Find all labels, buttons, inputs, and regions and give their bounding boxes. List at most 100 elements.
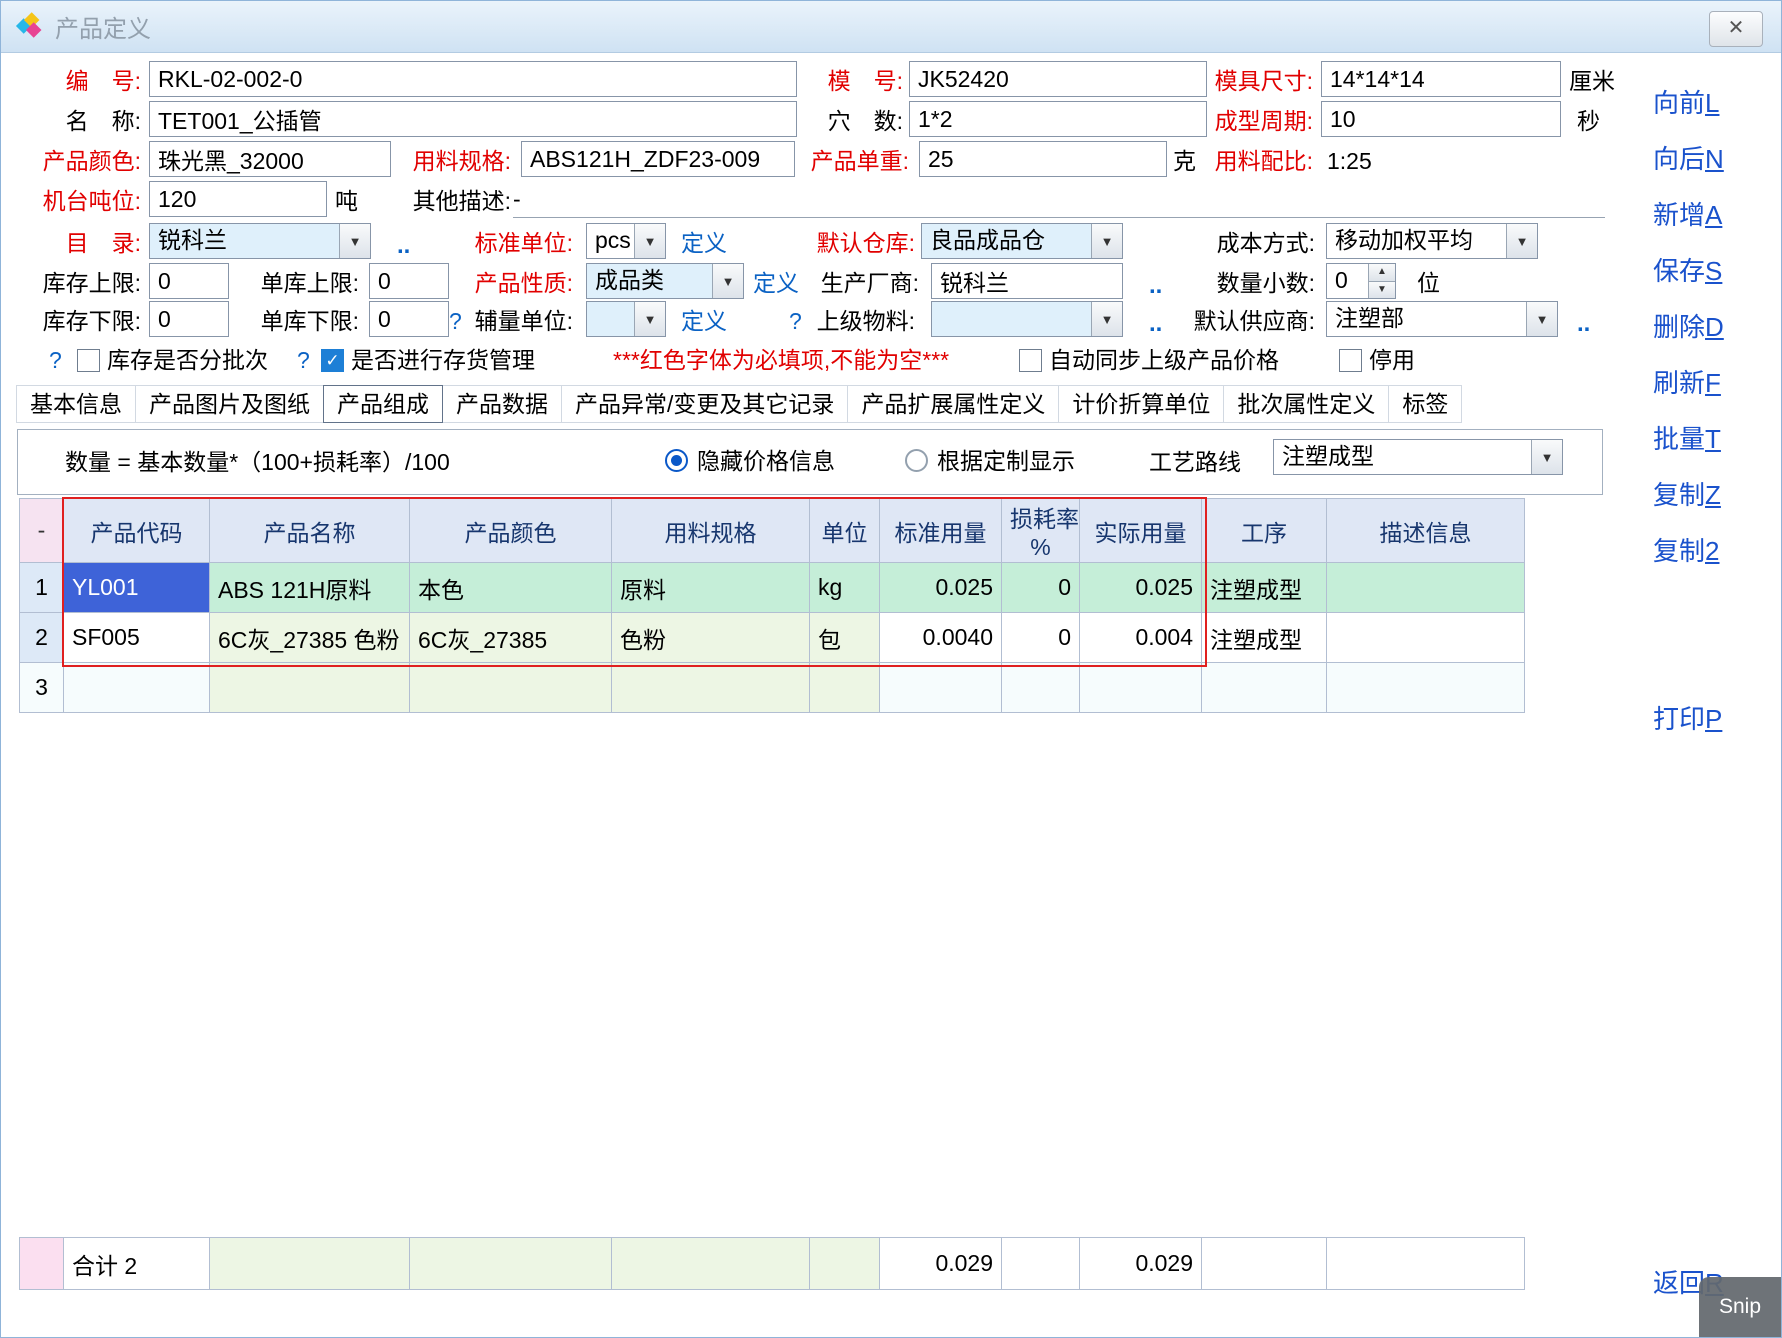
parent-material-dropdown-button[interactable]: ▼ xyxy=(1091,302,1122,336)
cell-unit[interactable] xyxy=(810,663,880,713)
disable-checkbox[interactable]: ✓ xyxy=(1339,349,1362,372)
cell-spec[interactable] xyxy=(612,663,810,713)
cell-loss[interactable]: 0 xyxy=(1002,563,1080,613)
default-warehouse-dropdown-button[interactable]: ▼ xyxy=(1091,224,1122,258)
store-upper-limit-input[interactable] xyxy=(369,263,449,299)
stock-batch-checkbox[interactable]: ✓ xyxy=(77,349,100,372)
tab-labels[interactable]: 标签 xyxy=(1388,385,1462,423)
cell-unit[interactable]: 包 xyxy=(810,613,880,663)
material-spec-input[interactable] xyxy=(521,141,795,177)
cell-std[interactable] xyxy=(880,663,1002,713)
catalog-more-button[interactable]: .. xyxy=(397,233,410,259)
catalog-combo[interactable]: 锐科兰 ▼ xyxy=(149,223,371,259)
batch-help-icon[interactable]: ? xyxy=(49,346,62,374)
cell-code[interactable]: YL001 xyxy=(64,563,210,613)
print-button[interactable]: 打印P xyxy=(1653,699,1722,736)
parent-material-help-icon[interactable]: ? xyxy=(789,307,802,335)
aux-unit-combo[interactable]: ▼ xyxy=(586,301,666,337)
cell-color[interactable]: 6C灰_27385 xyxy=(410,613,612,663)
tab-product-data[interactable]: 产品数据 xyxy=(442,385,562,423)
mold-size-input[interactable] xyxy=(1321,61,1561,97)
cell-color[interactable] xyxy=(410,663,612,713)
cell-loss[interactable]: 0 xyxy=(1002,613,1080,663)
prev-button[interactable]: 向前L xyxy=(1653,83,1719,120)
sync-parent-price-checkbox[interactable]: ✓ xyxy=(1019,349,1042,372)
cell-std[interactable]: 0.0040 xyxy=(880,613,1002,663)
manufacturer-more-button[interactable]: .. xyxy=(1149,273,1162,299)
tab-extended-attributes[interactable]: 产品扩展属性定义 xyxy=(847,385,1059,423)
cell-color[interactable]: 本色 xyxy=(410,563,612,613)
copy2-button[interactable]: 复制2 xyxy=(1653,531,1719,568)
default-supplier-more-button[interactable]: .. xyxy=(1577,311,1590,337)
cell-process[interactable]: 注塑成型 xyxy=(1202,563,1327,613)
next-button[interactable]: 向后N xyxy=(1653,139,1724,176)
cell-actual[interactable]: 0.004 xyxy=(1080,613,1202,663)
tab-exceptions-changes[interactable]: 产品异常/变更及其它记录 xyxy=(561,385,848,423)
parent-material-combo[interactable]: ▼ xyxy=(931,301,1123,337)
product-name-input[interactable] xyxy=(149,101,797,137)
tab-batch-attributes[interactable]: 批次属性定义 xyxy=(1223,385,1389,423)
copy-button[interactable]: 复制Z xyxy=(1653,475,1721,512)
tab-images-drawings[interactable]: 产品图片及图纸 xyxy=(135,385,324,423)
cell-name[interactable]: ABS 121H原料 xyxy=(210,563,410,613)
row-number[interactable]: 1 xyxy=(20,563,64,613)
process-route-combo[interactable]: 注塑成型 ▼ xyxy=(1273,439,1563,475)
default-supplier-combo[interactable]: 注塑部 ▼ xyxy=(1326,301,1558,337)
aux-unit-dropdown-button[interactable]: ▼ xyxy=(634,302,665,336)
parent-material-more-button[interactable]: .. xyxy=(1149,311,1162,337)
cell-std[interactable]: 0.025 xyxy=(880,563,1002,613)
inventory-mgmt-checkbox[interactable]: ✓ xyxy=(321,349,344,372)
close-button[interactable]: ✕ xyxy=(1709,11,1763,47)
aux-unit-define-link[interactable]: 定义 xyxy=(681,303,727,339)
tab-pricing-unit[interactable]: 计价折算单位 xyxy=(1058,385,1224,423)
machine-tonnage-input[interactable] xyxy=(149,181,327,217)
inventory-help-icon[interactable]: ? xyxy=(297,346,310,374)
product-number-input[interactable] xyxy=(149,61,797,97)
material-ratio-value[interactable]: 1:25 xyxy=(1327,146,1372,176)
save-button[interactable]: 保存S xyxy=(1653,251,1722,288)
spin-up-icon[interactable]: ▲ xyxy=(1369,264,1395,281)
store-lower-limit-input[interactable] xyxy=(369,301,449,337)
standard-unit-define-link[interactable]: 定义 xyxy=(681,225,727,261)
cell-actual[interactable]: 0.025 xyxy=(1080,563,1202,613)
cost-method-combo[interactable]: 移动加权平均 ▼ xyxy=(1326,223,1538,259)
aux-unit-help-icon[interactable]: ? xyxy=(449,307,462,335)
product-nature-dropdown-button[interactable]: ▼ xyxy=(712,264,743,298)
cell-unit[interactable]: kg xyxy=(810,563,880,613)
custom-display-radio[interactable] xyxy=(905,449,928,472)
product-nature-combo[interactable]: 成品类 ▼ xyxy=(586,263,744,299)
cell-name[interactable] xyxy=(210,663,410,713)
product-nature-define-link[interactable]: 定义 xyxy=(753,265,799,301)
add-button[interactable]: 新增A xyxy=(1653,195,1722,232)
cell-code[interactable]: SF005 xyxy=(64,613,210,663)
default-warehouse-combo[interactable]: 良品成品仓 ▼ xyxy=(921,223,1123,259)
refresh-button[interactable]: 刷新F xyxy=(1653,363,1721,400)
cell-desc[interactable] xyxy=(1327,563,1525,613)
cell-desc[interactable] xyxy=(1327,663,1525,713)
cell-name[interactable]: 6C灰_27385 色粉 xyxy=(210,613,410,663)
manufacturer-input[interactable] xyxy=(931,263,1123,299)
stock-upper-limit-input[interactable] xyxy=(149,263,229,299)
product-color-input[interactable] xyxy=(149,141,391,177)
spin-down-icon[interactable]: ▼ xyxy=(1369,281,1395,299)
row-number[interactable]: 3 xyxy=(20,663,64,713)
cell-desc[interactable] xyxy=(1327,613,1525,663)
cavity-count-input[interactable] xyxy=(909,101,1207,137)
tab-composition[interactable]: 产品组成 xyxy=(323,385,443,423)
cell-code[interactable] xyxy=(64,663,210,713)
process-route-dropdown-button[interactable]: ▼ xyxy=(1531,440,1562,474)
cell-process[interactable]: 注塑成型 xyxy=(1202,613,1327,663)
cell-loss[interactable] xyxy=(1002,663,1080,713)
delete-button[interactable]: 删除D xyxy=(1653,307,1724,344)
standard-unit-dropdown-button[interactable]: ▼ xyxy=(634,224,665,258)
tab-basic-info[interactable]: 基本信息 xyxy=(16,385,136,423)
cell-spec[interactable]: 原料 xyxy=(612,563,810,613)
batch-button[interactable]: 批量T xyxy=(1653,419,1721,456)
mold-number-input[interactable] xyxy=(909,61,1207,97)
cost-method-dropdown-button[interactable]: ▼ xyxy=(1506,224,1537,258)
row-number[interactable]: 2 xyxy=(20,613,64,663)
default-supplier-dropdown-button[interactable]: ▼ xyxy=(1526,302,1557,336)
other-desc-field[interactable]: - xyxy=(513,181,1605,218)
cell-spec[interactable]: 色粉 xyxy=(612,613,810,663)
catalog-dropdown-button[interactable]: ▼ xyxy=(339,224,370,258)
